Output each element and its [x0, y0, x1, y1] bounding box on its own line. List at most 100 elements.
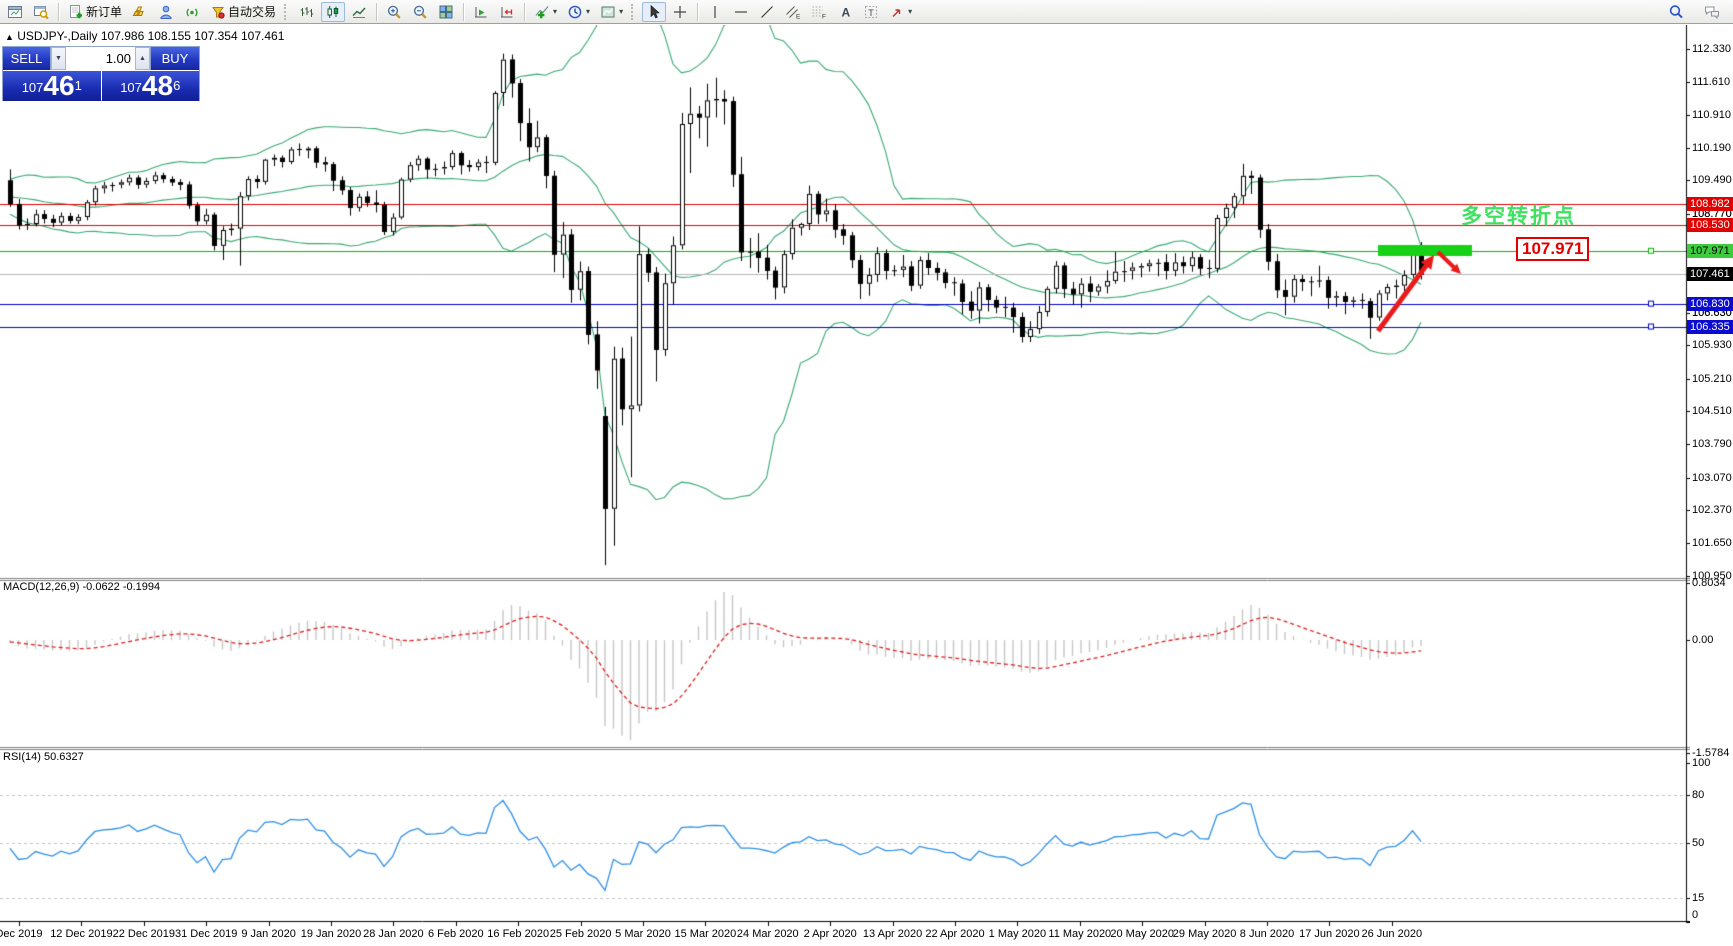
market-depth-button[interactable]	[128, 2, 152, 22]
rsi-axis-label: 100	[1692, 757, 1710, 769]
price-tick-label: 112.330	[1692, 43, 1731, 55]
market-depth-icon	[132, 4, 148, 20]
price-tick-label: 111.610	[1692, 76, 1730, 88]
cursor-icon	[646, 4, 662, 20]
rsi-axis-label: 80	[1692, 789, 1704, 801]
toolbar-drag-handle	[631, 4, 636, 20]
price-line-badge: 108.982	[1687, 197, 1733, 211]
chevron-down-icon[interactable]: ▾	[908, 7, 912, 16]
zoom-out-button[interactable]	[408, 2, 432, 22]
mt4-window: { "toolbar": { "groups": [ {"items":[{"n…	[0, 0, 1733, 946]
chat-button[interactable]	[1700, 2, 1724, 22]
crosshair-button[interactable]	[668, 2, 692, 22]
bar-chart-button[interactable]	[295, 2, 319, 22]
rsi-indicator-label: RSI(14) 50.6327	[3, 751, 84, 763]
turning-point-annotation: 多空转折点	[1461, 200, 1576, 230]
indicators-button[interactable]: ▾	[530, 2, 561, 22]
price-line-badge: 106.830	[1687, 297, 1733, 311]
rsi-axis-label: 15	[1692, 892, 1704, 904]
svg-text:T: T	[868, 7, 874, 17]
community-button[interactable]	[154, 2, 178, 22]
price-tick-label: 109.490	[1692, 174, 1732, 186]
horizontal-line-button[interactable]	[729, 2, 753, 22]
text-label-button[interactable]: T	[859, 2, 883, 22]
price-tick-label: 110.910	[1692, 109, 1731, 121]
toolbar-separator	[697, 3, 698, 21]
chart-shift-icon	[499, 4, 515, 20]
price-tick-label: 103.790	[1692, 438, 1732, 450]
vertical-line-button[interactable]	[703, 2, 727, 22]
price-chart-canvas[interactable]	[0, 25, 1690, 930]
collapse-icon[interactable]: ▲	[5, 32, 14, 42]
equidistant-channel-icon: E	[785, 4, 801, 20]
tile-windows-icon	[438, 4, 454, 20]
rsi-axis-label: 0	[1692, 909, 1698, 921]
text-button[interactable]: A	[833, 2, 857, 22]
main-toolbar: 新订单 自动交易 ▾ ▾ ▾ EF A T ▾	[0, 0, 1733, 24]
search-button[interactable]	[1664, 2, 1688, 22]
autotrading-button[interactable]: 自动交易	[206, 1, 280, 22]
toolbar-separator	[463, 3, 464, 21]
cursor-button[interactable]	[642, 2, 666, 22]
sell-button[interactable]: SELL	[3, 47, 50, 70]
trendline-icon	[759, 4, 775, 20]
profiles-button[interactable]	[29, 2, 53, 22]
new-chart-button[interactable]	[3, 2, 27, 22]
buy-price[interactable]: 107486	[102, 71, 200, 101]
templates-icon	[600, 4, 616, 20]
one-click-trade-panel: SELL ▼ ▲ BUY 107461 107486	[2, 46, 200, 101]
sell-price[interactable]: 107461	[3, 71, 101, 101]
price-tick-label: 105.930	[1692, 339, 1732, 351]
price-tick-label: 101.650	[1692, 537, 1732, 549]
volume-increase-button[interactable]: ▲	[135, 47, 150, 70]
line-chart-button[interactable]	[347, 2, 371, 22]
buy-button[interactable]: BUY	[151, 47, 199, 70]
price-tick-label: 105.210	[1692, 373, 1732, 385]
new-order-button[interactable]: 新订单	[64, 1, 126, 22]
arrows-icon	[889, 4, 905, 20]
toolbar-separator	[524, 3, 525, 21]
text-icon: A	[837, 4, 853, 20]
ohlc-values: 107.986 108.155 107.354 107.461	[101, 29, 285, 43]
price-line-badge: 108.530	[1687, 218, 1733, 232]
tile-windows-button[interactable]	[434, 2, 458, 22]
search-icon	[1668, 4, 1684, 20]
auto-scroll-icon	[473, 4, 489, 20]
fibonacci-button[interactable]: F	[807, 2, 831, 22]
rsi-axis-label: 50	[1692, 837, 1704, 849]
fibonacci-icon: F	[811, 4, 827, 20]
signals-button[interactable]	[180, 2, 204, 22]
price-tick-label: 102.370	[1692, 504, 1732, 516]
new-chart-icon	[7, 4, 23, 20]
svg-text:A: A	[842, 5, 851, 19]
bar-chart-icon	[299, 4, 315, 20]
arrows-button[interactable]: ▾	[885, 2, 916, 22]
vertical-line-icon	[707, 4, 723, 20]
trendline-button[interactable]	[755, 2, 779, 22]
macd-indicator-label: MACD(12,26,9) -0.0622 -0.1994	[3, 581, 160, 593]
chevron-down-icon[interactable]: ▾	[586, 7, 590, 16]
chart-shift-button[interactable]	[495, 2, 519, 22]
price-callout-box: 107.971	[1516, 237, 1589, 261]
periods-button[interactable]: ▾	[563, 2, 594, 22]
price-tick-label: 104.510	[1692, 405, 1732, 417]
toolbar-separator	[58, 3, 59, 21]
zoom-in-button[interactable]	[382, 2, 406, 22]
chevron-down-icon[interactable]: ▾	[553, 7, 557, 16]
equidistant-channel-button[interactable]: E	[781, 2, 805, 22]
volume-decrease-button[interactable]: ▼	[51, 47, 66, 70]
indicators-icon	[534, 4, 550, 20]
toolbar-separator	[376, 3, 377, 21]
chevron-down-icon[interactable]: ▾	[619, 7, 623, 16]
autotrading-icon	[210, 4, 226, 20]
auto-scroll-button[interactable]	[469, 2, 493, 22]
date-tick-label: 26 Jun 2020	[1352, 928, 1432, 940]
price-line-badge: 106.335	[1687, 320, 1733, 334]
macd-axis-label: 0.8034	[1692, 577, 1726, 589]
candlestick-chart-button[interactable]	[321, 2, 345, 22]
profiles-icon	[33, 4, 49, 20]
macd-axis-label: 0.00	[1692, 634, 1713, 646]
text-label-icon: T	[863, 4, 879, 20]
volume-input[interactable]	[66, 47, 135, 70]
templates-button[interactable]: ▾	[596, 2, 627, 22]
